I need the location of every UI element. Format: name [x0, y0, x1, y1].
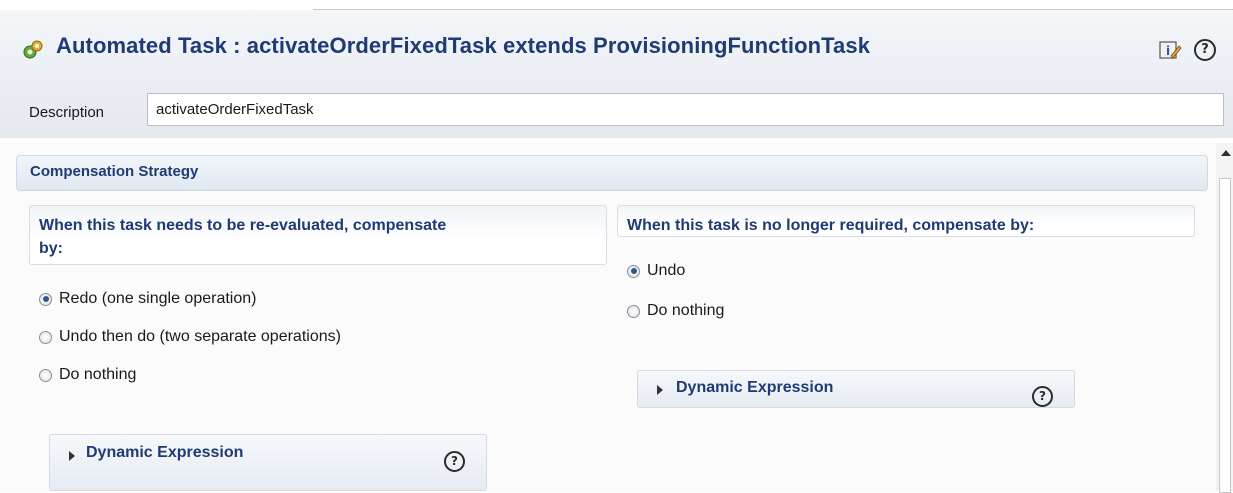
reevaluate-group-title: When this task needs to be re-evaluated,…	[39, 214, 446, 260]
dynamic-expression-label[interactable]: Dynamic Expression	[676, 379, 833, 397]
reevaluate-title-line: When this task needs to be re-evaluated,…	[39, 217, 447, 234]
radio-label: Do nothing	[59, 366, 137, 383]
radio-do-nothing[interactable]: Do nothing	[39, 364, 136, 386]
scrollbar-thumb[interactable]	[1219, 178, 1231, 493]
radio-label: Do nothing	[647, 302, 725, 319]
radio-redo[interactable]: Redo (one single operation)	[39, 288, 256, 310]
dynamic-expression-section[interactable]	[49, 434, 487, 491]
description-input[interactable]: activateOrderFixedTask	[147, 93, 1224, 126]
reevaluate-title-line: by:	[39, 240, 63, 257]
radio-label: Undo then do (two separate operations)	[59, 328, 341, 345]
expand-arrow-icon[interactable]	[657, 385, 663, 395]
help-icon[interactable]: ?	[1194, 39, 1216, 61]
page-title: Automated Task : activateOrderFixedTask …	[56, 33, 871, 58]
help-icon[interactable]: ?	[1032, 386, 1053, 407]
expand-arrow-icon[interactable]	[69, 451, 75, 461]
radio-button[interactable]	[627, 304, 640, 318]
edit-info-icon[interactable]: i	[1158, 38, 1182, 62]
radio-do-nothing[interactable]: Do nothing	[627, 300, 724, 322]
radio-undo[interactable]: Undo	[627, 260, 685, 282]
radio-button-checked[interactable]	[627, 264, 640, 278]
scroll-up-arrow-icon[interactable]	[1221, 150, 1231, 156]
radio-button[interactable]	[39, 368, 52, 382]
description-label: Description	[29, 104, 105, 121]
help-icon[interactable]: ?	[444, 451, 465, 472]
radio-label: Redo (one single operation)	[59, 290, 257, 307]
automated-task-icon	[23, 40, 43, 59]
radio-button-checked[interactable]	[39, 292, 52, 306]
svg-text:i: i	[1166, 44, 1170, 58]
radio-undo-then-do[interactable]: Undo then do (two separate operations)	[39, 326, 341, 348]
radio-button[interactable]	[39, 330, 52, 344]
radio-label: Undo	[647, 262, 686, 279]
no-longer-required-title: When this task is no longer required, co…	[627, 217, 1035, 234]
section-title: Compensation Strategy	[30, 163, 199, 180]
dynamic-expression-label[interactable]: Dynamic Expression	[86, 444, 243, 462]
